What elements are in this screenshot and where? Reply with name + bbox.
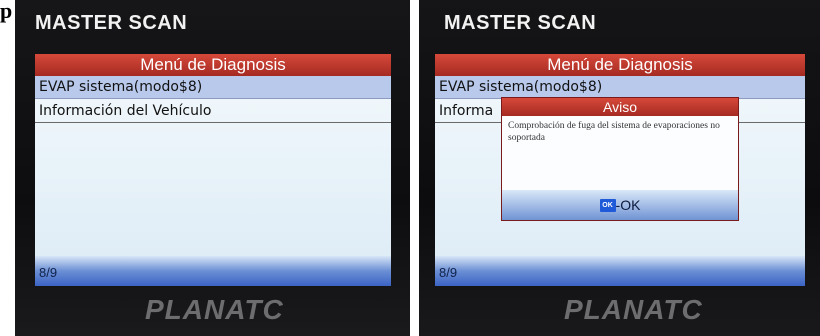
status-bar: 8/9 [35,256,391,286]
ok-key-icon: OK [599,198,616,212]
warning-dialog: Aviso Comprobación de fuga del sistema d… [501,97,739,221]
device-logo: PLANATC [145,294,284,325]
dialog-message: Comprobación de fuga del sistema de evap… [508,121,720,143]
status-bar: 8/9 [435,256,805,286]
menu-title: Menú de Diagnosis [35,54,391,76]
ok-label: -OK [615,197,641,213]
menu-title: Menú de Diagnosis [435,54,805,76]
menu-item-evap[interactable]: EVAP sistema(modo$8) [435,76,805,99]
right-device-photo: MASTER SCAN Menú de Diagnosis EVAP siste… [419,0,820,336]
page-indicator: 8/9 [439,265,458,280]
device-brand: MASTER SCAN [35,12,188,34]
corner-glyph: p [0,0,13,23]
device-brand: MASTER SCAN [444,12,597,34]
menu-item-vehicle-info[interactable]: Información del Vehículo [35,100,391,123]
device-screen: Menú de Diagnosis EVAP sistema(modo$8) I… [435,54,805,286]
device-logo: PLANATC [564,294,703,325]
device-screen: Menú de Diagnosis EVAP sistema(modo$8) I… [35,54,391,286]
dialog-title: Aviso [502,98,738,116]
menu-item-evap[interactable]: EVAP sistema(modo$8) [35,76,391,99]
page-indicator: 8/9 [39,265,58,280]
dialog-ok-button[interactable]: OK -OK [502,190,738,220]
left-device-photo: MASTER SCAN Menú de Diagnosis EVAP siste… [15,0,410,336]
